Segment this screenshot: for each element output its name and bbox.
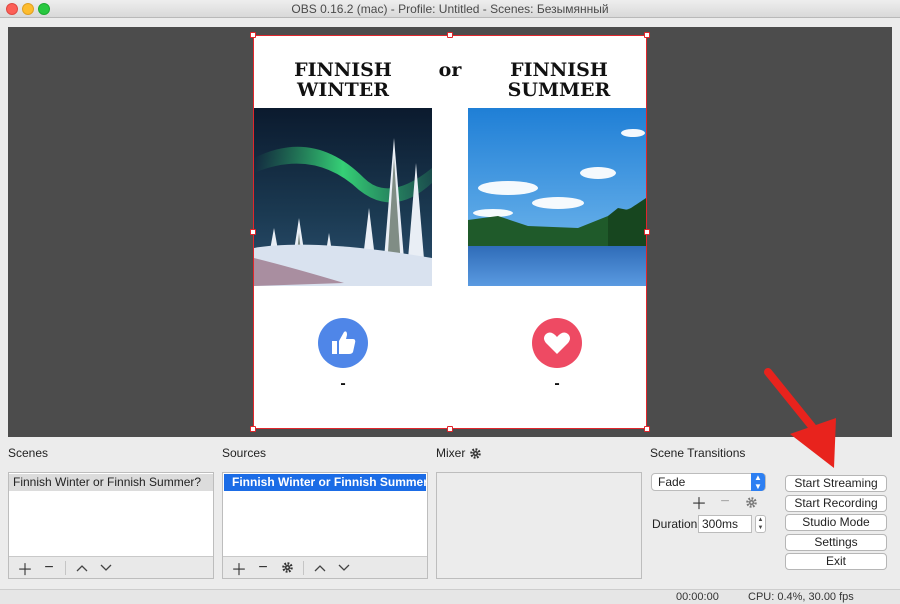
add-transition-button[interactable]: ＋ [690, 493, 708, 513]
list-item[interactable]: Finnish Winter or Finnish Summer? [9, 474, 213, 491]
add-scene-button[interactable]: ＋ [13, 558, 37, 579]
window-title: OBS 0.16.2 (mac) - Profile: Untitled - S… [291, 2, 609, 16]
gear-icon [281, 562, 293, 573]
resize-handle[interactable] [447, 32, 453, 38]
remove-source-button[interactable]: − [251, 558, 275, 578]
chevron-updown-icon: ▲ ▼ [751, 473, 765, 491]
settings-button[interactable]: Settings [785, 534, 887, 551]
divider [303, 560, 304, 575]
resize-handle[interactable] [250, 32, 256, 38]
scene-transitions-label: Scene Transitions [650, 446, 746, 460]
annotation-arrow [764, 368, 836, 468]
gear-icon [745, 496, 757, 508]
resize-handle[interactable] [447, 426, 453, 432]
divider [65, 560, 66, 575]
chevron-up-icon [314, 564, 326, 571]
mixer-label-row: Mixer [436, 446, 482, 460]
move-down-button[interactable] [332, 558, 356, 578]
sources-toolbar: ＋ − [223, 556, 427, 579]
remove-transition-button[interactable]: − [716, 493, 734, 511]
resize-handle[interactable] [250, 426, 256, 432]
duration-label: Duration [652, 517, 698, 531]
studio-mode-button[interactable]: Studio Mode [785, 514, 887, 531]
transition-selected: Fade [658, 475, 686, 489]
add-source-button[interactable]: ＋ [227, 558, 251, 579]
duration-stepper[interactable]: ▲ ▼ [755, 515, 766, 533]
remove-scene-button[interactable]: − [37, 558, 61, 578]
sources-list[interactable]: Finnish Winter or Finnish Summer ＋ − [222, 472, 428, 579]
transition-settings-button[interactable] [742, 493, 760, 511]
duration-field[interactable]: 300ms [698, 515, 752, 533]
resize-handle[interactable] [644, 32, 650, 38]
mixer-panel [436, 472, 642, 579]
chevron-down-icon [338, 564, 350, 571]
resize-handle[interactable] [644, 229, 650, 235]
scenes-toolbar: ＋ − [9, 556, 213, 579]
source-name: Finnish Winter or Finnish Summer [232, 475, 426, 489]
list-item[interactable]: Finnish Winter or Finnish Summer [224, 474, 426, 491]
resize-handle[interactable] [644, 426, 650, 432]
move-up-button[interactable] [70, 558, 94, 578]
resize-handle[interactable] [250, 229, 256, 235]
chevron-down-icon [100, 564, 112, 571]
move-up-button[interactable] [308, 558, 332, 578]
source-properties-button[interactable] [275, 558, 299, 578]
mixer-label: Mixer [436, 446, 466, 460]
chevron-up-icon [76, 564, 88, 571]
status-cpu: CPU: 0.4%, 30.00 fps [748, 591, 854, 603]
status-bar: 00:00:00 CPU: 0.4%, 30.00 fps [0, 589, 900, 604]
exit-button[interactable]: Exit [785, 553, 887, 570]
scenes-label: Scenes [8, 446, 49, 460]
transition-select[interactable]: Fade ▲ ▼ [651, 473, 766, 491]
scenes-list[interactable]: Finnish Winter or Finnish Summer? ＋ − [8, 472, 214, 579]
source-selection-box[interactable] [250, 32, 650, 432]
move-down-button[interactable] [94, 558, 118, 578]
gear-icon[interactable] [469, 447, 482, 460]
title-bar: OBS 0.16.2 (mac) - Profile: Untitled - S… [0, 0, 900, 18]
status-time: 00:00:00 [676, 591, 719, 603]
start-recording-button[interactable]: Start Recording [785, 495, 887, 512]
sources-label: Sources [222, 446, 267, 460]
start-streaming-button[interactable]: Start Streaming [785, 475, 887, 492]
